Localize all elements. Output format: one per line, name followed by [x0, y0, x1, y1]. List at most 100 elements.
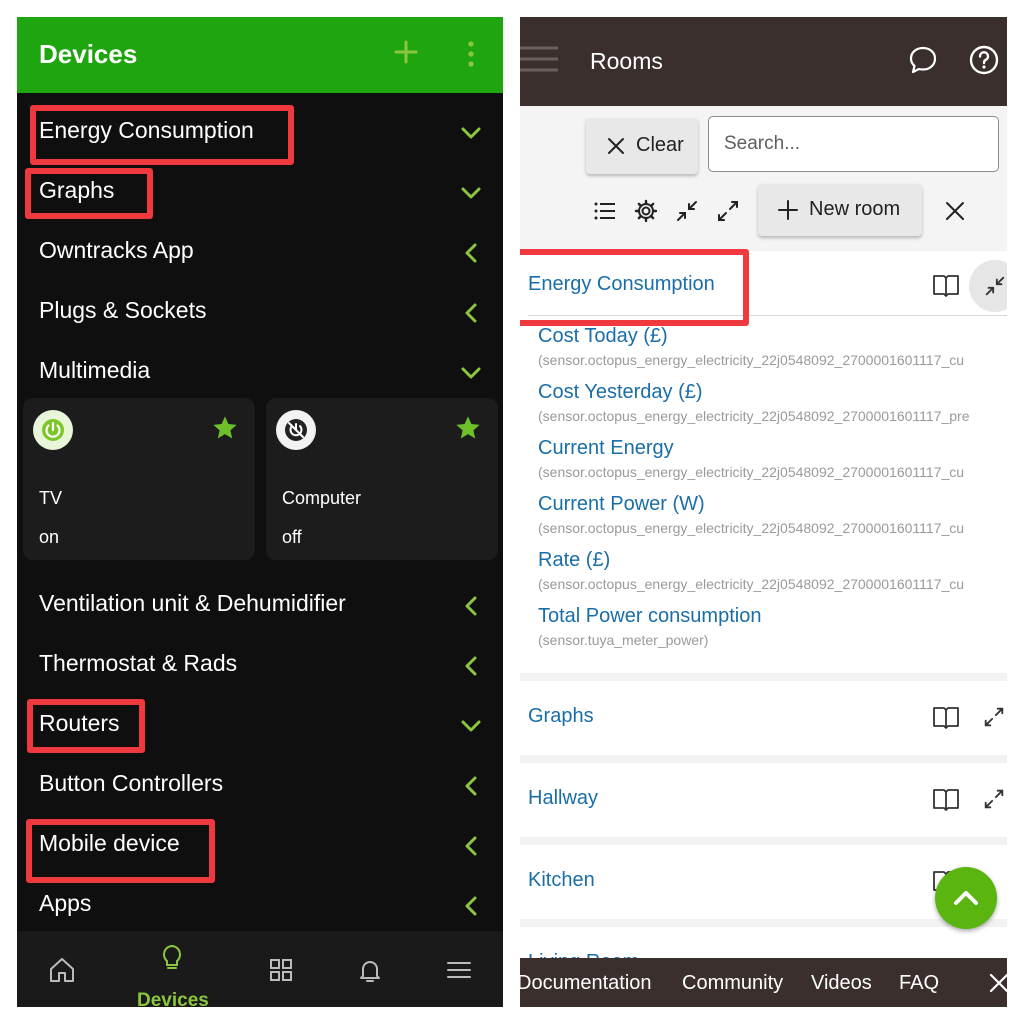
home-icon[interactable]	[47, 955, 77, 985]
expand-all-icon[interactable]	[715, 198, 741, 224]
expand-icon[interactable]	[982, 705, 1006, 729]
device-group-label: Plugs & Sockets	[39, 297, 207, 323]
footer-link-faq[interactable]: FAQ	[899, 972, 939, 995]
room-card-energy-consumption: Energy Consumption Cost Today (£) (senso…	[520, 251, 1007, 673]
footer-link-community[interactable]: Community	[682, 972, 783, 995]
device-card-computer[interactable]: Computer off	[266, 398, 498, 560]
favorite-star-icon[interactable]	[454, 414, 482, 442]
device-group-button-controllers[interactable]: Button Controllers	[17, 756, 503, 816]
close-icon[interactable]	[988, 972, 1007, 994]
chevron-left-icon	[465, 303, 477, 323]
rooms-toolbar: Clear New room	[520, 106, 1007, 251]
collapse-room-button[interactable]	[969, 260, 1007, 312]
hamburger-menu-icon[interactable]	[520, 43, 560, 75]
entity-id: (sensor.octopus_energy_electricity_22j05…	[538, 576, 965, 592]
devices-bulb-icon[interactable]	[157, 943, 187, 973]
device-group-label: Graphs	[39, 177, 115, 203]
plus-icon	[778, 200, 798, 220]
devices-panel: Devices Energy Consumption Graphs Owntra…	[17, 17, 503, 1007]
clear-button-label: Clear	[636, 134, 684, 156]
entity-name: Total Power consumption	[538, 605, 762, 627]
kebab-menu-icon[interactable]	[463, 39, 479, 69]
device-group-multimedia[interactable]: Multimedia	[17, 343, 503, 403]
device-group-label: Mobile device	[39, 830, 180, 856]
chevron-left-icon	[465, 596, 477, 616]
power-off-icon[interactable]	[276, 410, 316, 450]
clear-button[interactable]: Clear	[586, 118, 698, 174]
device-group-label: Apps	[39, 890, 92, 916]
device-group-ventilation[interactable]: Ventilation unit & Dehumidifier	[17, 576, 503, 636]
book-icon[interactable]	[932, 787, 960, 811]
device-group-energy-consumption[interactable]: Energy Consumption	[17, 103, 503, 163]
device-group-label: Energy Consumption	[39, 117, 254, 143]
bottom-navigation: Devices	[17, 931, 503, 1007]
page-title: Rooms	[590, 48, 663, 74]
entity-id: (sensor.octopus_energy_electricity_22j05…	[538, 408, 970, 424]
footer-link-documentation[interactable]: Documentation	[520, 972, 652, 995]
favorite-star-icon[interactable]	[211, 414, 239, 442]
room-name[interactable]: Energy Consumption	[528, 273, 715, 296]
chat-bubble-icon[interactable]	[907, 44, 939, 76]
chevron-left-icon	[465, 656, 477, 676]
device-group-plugs-sockets[interactable]: Plugs & Sockets	[17, 283, 503, 343]
footer-bar: Documentation Community Videos FAQ	[520, 958, 1007, 1007]
book-icon[interactable]	[932, 273, 960, 297]
entity-item[interactable]: Rate (£) (sensor.octopus_energy_electric…	[538, 549, 1007, 592]
chevron-down-icon	[461, 367, 481, 379]
chevron-left-icon	[465, 776, 477, 796]
device-group-routers[interactable]: Routers	[17, 696, 503, 756]
close-icon	[608, 138, 624, 154]
device-group-owntracks-app[interactable]: Owntracks App	[17, 223, 503, 283]
collapse-icon	[985, 276, 1005, 296]
entity-name: Current Energy	[538, 437, 674, 459]
entity-item[interactable]: Total Power consumption (sensor.tuya_met…	[538, 605, 1007, 648]
room-name: Kitchen	[528, 869, 595, 891]
chevron-down-icon	[461, 187, 481, 199]
entity-name: Cost Today (£)	[538, 325, 668, 347]
new-room-button-label: New room	[809, 198, 901, 220]
entity-item[interactable]: Current Power (W) (sensor.octopus_energy…	[538, 493, 1007, 536]
entity-name: Cost Yesterday (£)	[538, 381, 703, 403]
scroll-to-top-button[interactable]	[935, 867, 997, 929]
room-card-graphs[interactable]: Graphs	[520, 681, 1007, 755]
collapse-all-icon[interactable]	[674, 198, 700, 224]
page-title: Devices	[39, 39, 138, 69]
gear-icon[interactable]	[633, 198, 659, 224]
devices-header: Devices	[17, 17, 503, 93]
list-view-icon[interactable]	[592, 198, 618, 224]
screenshot-root: Devices Energy Consumption Graphs Owntra…	[0, 0, 1024, 1024]
device-card-tv[interactable]: TV on	[23, 398, 255, 560]
new-room-button[interactable]: New room	[758, 184, 922, 236]
search-input[interactable]	[708, 116, 999, 172]
device-name: TV	[39, 488, 63, 508]
rooms-panel: Rooms Clear New room Energy Consumption	[520, 17, 1007, 1007]
chevron-down-icon	[461, 127, 481, 139]
entity-item[interactable]: Cost Yesterday (£) (sensor.octopus_energ…	[538, 381, 1007, 424]
room-card-hallway[interactable]: Hallway	[520, 763, 1007, 837]
device-group-thermostat-rads[interactable]: Thermostat & Rads	[17, 636, 503, 696]
entity-id: (sensor.octopus_energy_electricity_22j05…	[538, 464, 965, 480]
book-icon[interactable]	[932, 705, 960, 729]
room-card-kitchen[interactable]: Kitchen	[520, 845, 1007, 919]
power-icon[interactable]	[33, 410, 73, 450]
nav-devices-label[interactable]: Devices	[137, 990, 209, 1007]
expand-icon[interactable]	[982, 787, 1006, 811]
grid-icon[interactable]	[266, 955, 296, 985]
entity-item[interactable]: Current Energy (sensor.octopus_energy_el…	[538, 437, 1007, 480]
device-group-apps[interactable]: Apps	[17, 876, 503, 936]
device-group-graphs[interactable]: Graphs	[17, 163, 503, 223]
help-icon[interactable]	[968, 44, 1000, 76]
chevron-left-icon	[465, 896, 477, 916]
entity-id: (sensor.tuya_meter_power)	[538, 632, 709, 648]
device-group-label: Thermostat & Rads	[39, 650, 238, 676]
entity-id: (sensor.octopus_energy_electricity_22j05…	[538, 520, 965, 536]
entity-item[interactable]: Cost Today (£) (sensor.octopus_energy_el…	[538, 325, 1007, 368]
device-state: on	[39, 527, 60, 547]
close-icon[interactable]	[942, 198, 968, 224]
device-group-label: Multimedia	[39, 357, 151, 383]
bell-icon[interactable]	[355, 955, 385, 985]
menu-icon[interactable]	[444, 955, 474, 985]
add-icon[interactable]	[391, 37, 421, 67]
footer-link-videos[interactable]: Videos	[811, 972, 872, 995]
device-group-mobile-device[interactable]: Mobile device	[17, 816, 503, 876]
